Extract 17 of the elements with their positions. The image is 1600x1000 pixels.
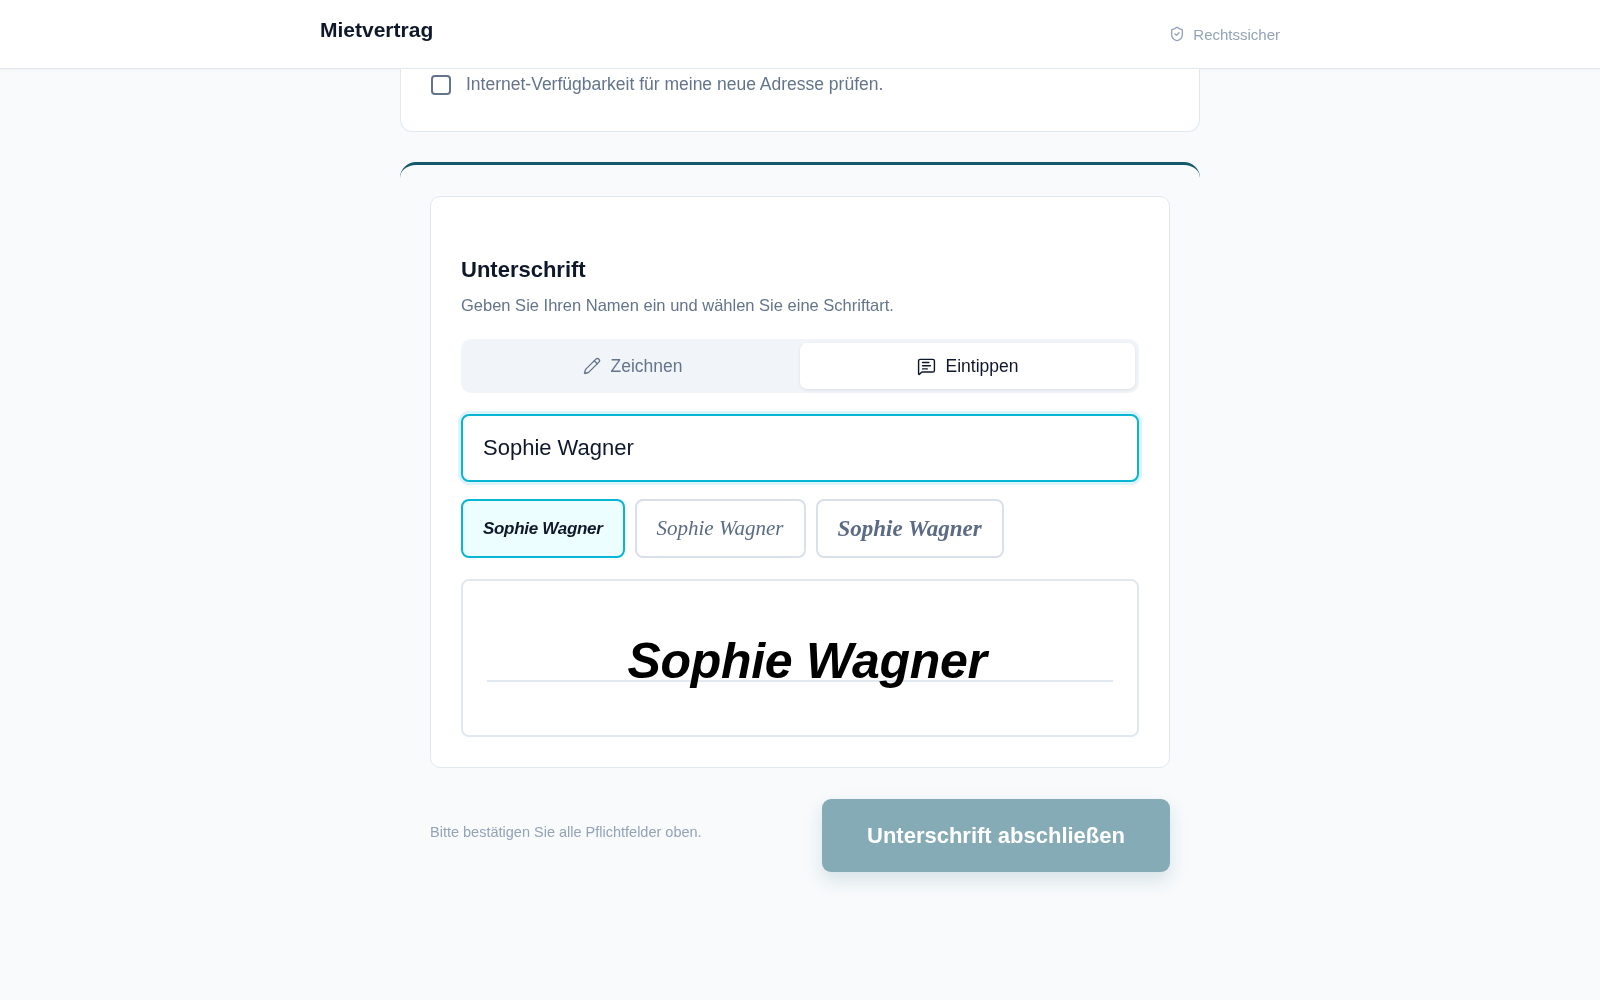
font-option[interactable]: Sophie Wagner <box>461 499 625 558</box>
message-icon <box>916 356 936 376</box>
mode-tab[interactable]: Eintippen <box>800 343 1135 389</box>
section-title: Unterschrift <box>461 256 587 284</box>
mode-tab[interactable]: Zeichnen <box>465 343 800 389</box>
font-option[interactable]: Sophie Wagner <box>634 499 806 558</box>
hint-text: Bitte bestätigen Sie alle Pflichtfelder oben. <box>430 823 702 840</box>
section-description: Geben Sie Ihren Namen ein und wählen Sie eine Schriftart. <box>461 295 895 316</box>
shield-check-icon <box>1169 26 1186 42</box>
signature-text: Sophie Wagner <box>627 636 987 686</box>
checkbox[interactable] <box>431 74 451 95</box>
pencil-icon <box>582 357 601 375</box>
name-input[interactable]: Sophie Wagner <box>461 414 1139 482</box>
checkbox-label: Internet-Verfügbarkeit für meine neue Adresse prüfen. <box>466 74 884 95</box>
font-option[interactable]: Sophie Wagner <box>815 499 1004 558</box>
app-title: Mietvertrag <box>320 18 434 42</box>
badge-label: Rechtssicher <box>1193 25 1280 43</box>
